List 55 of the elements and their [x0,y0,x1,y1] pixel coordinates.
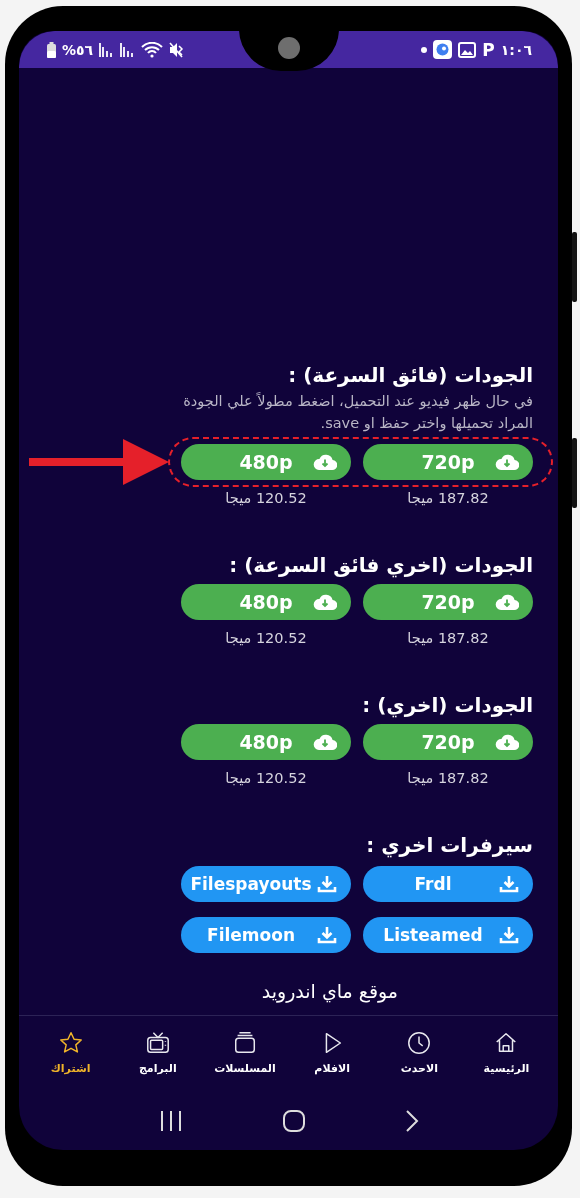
section-title: الجودات (اخري) : [361,692,533,720]
download-icon [317,925,337,945]
home-button-icon[interactable] [281,1109,306,1133]
nav-tab[interactable]: الرئيسية [466,1030,547,1075]
cloud-download-icon [495,453,519,471]
clock-icon [406,1030,433,1056]
app-icon [433,40,453,59]
file-size: 120.52 ميجا [224,630,308,646]
section-title: الجودات (فائق السرعة) : [287,362,533,389]
download-icon [317,874,337,894]
instruction-text: في حال ظهر فيديو عند التحميل، اضغط مطولاً علي الجودة المراد تحميلها واختر حفظ او save. [182,391,533,434]
signal-icon [99,42,115,57]
download-icon [499,874,519,894]
tv-icon [144,1030,171,1056]
clock-time: ١:٠٦ [500,41,532,58]
cloud-download-icon [313,733,337,751]
nav-tab[interactable]: الافلام [292,1030,373,1075]
cloud-download-icon [313,593,337,611]
nav-tab[interactable]: الاحدث [379,1030,460,1075]
section-title: الجودات (اخري فائق السرعة) : [228,552,533,580]
server-button[interactable]: Listeamed [363,917,533,953]
star-icon [57,1030,84,1056]
cloud-download-icon [313,453,337,471]
quality-button[interactable]: 720p [363,724,533,760]
cloud-download-icon [495,733,519,751]
quality-button[interactable]: 480p [181,724,351,760]
quality-button[interactable]: 720p [363,444,533,480]
section-title: سيرفرات اخري : [365,832,533,860]
nav-tab[interactable]: البرامج [117,1030,198,1075]
cloud-download-icon [495,593,519,611]
download-icon [499,925,519,945]
quality-button[interactable]: 480p [181,444,351,480]
file-size: 187.82 ميجا [406,490,490,506]
server-button[interactable]: Filespayouts [181,866,351,902]
app-label: P [482,39,495,60]
file-size: 120.52 ميجا [224,770,308,786]
server-button[interactable]: Frdl [363,866,533,902]
battery-percent: %٥٦ [62,41,94,58]
server-button[interactable]: Filemoon [181,917,351,953]
image-icon [458,41,477,58]
back-icon[interactable] [404,1109,419,1133]
nav-tab[interactable]: المسلسلات [204,1030,285,1075]
mute-icon [169,41,186,58]
file-size: 187.82 ميجا [406,770,490,786]
signal-icon [120,42,136,57]
dot-icon [421,46,428,53]
recent-apps-icon[interactable] [158,1110,183,1132]
wifi-icon [141,41,164,58]
quality-button[interactable]: 720p [363,584,533,620]
site-name: موقع ماي اندرويد [260,979,398,1005]
nav-tab[interactable]: اشتراك [30,1030,111,1075]
file-size: 120.52 ميجا [224,490,308,506]
file-size: 187.82 ميجا [406,630,490,646]
quality-button[interactable]: 480p [181,584,351,620]
battery-icon [47,41,56,58]
